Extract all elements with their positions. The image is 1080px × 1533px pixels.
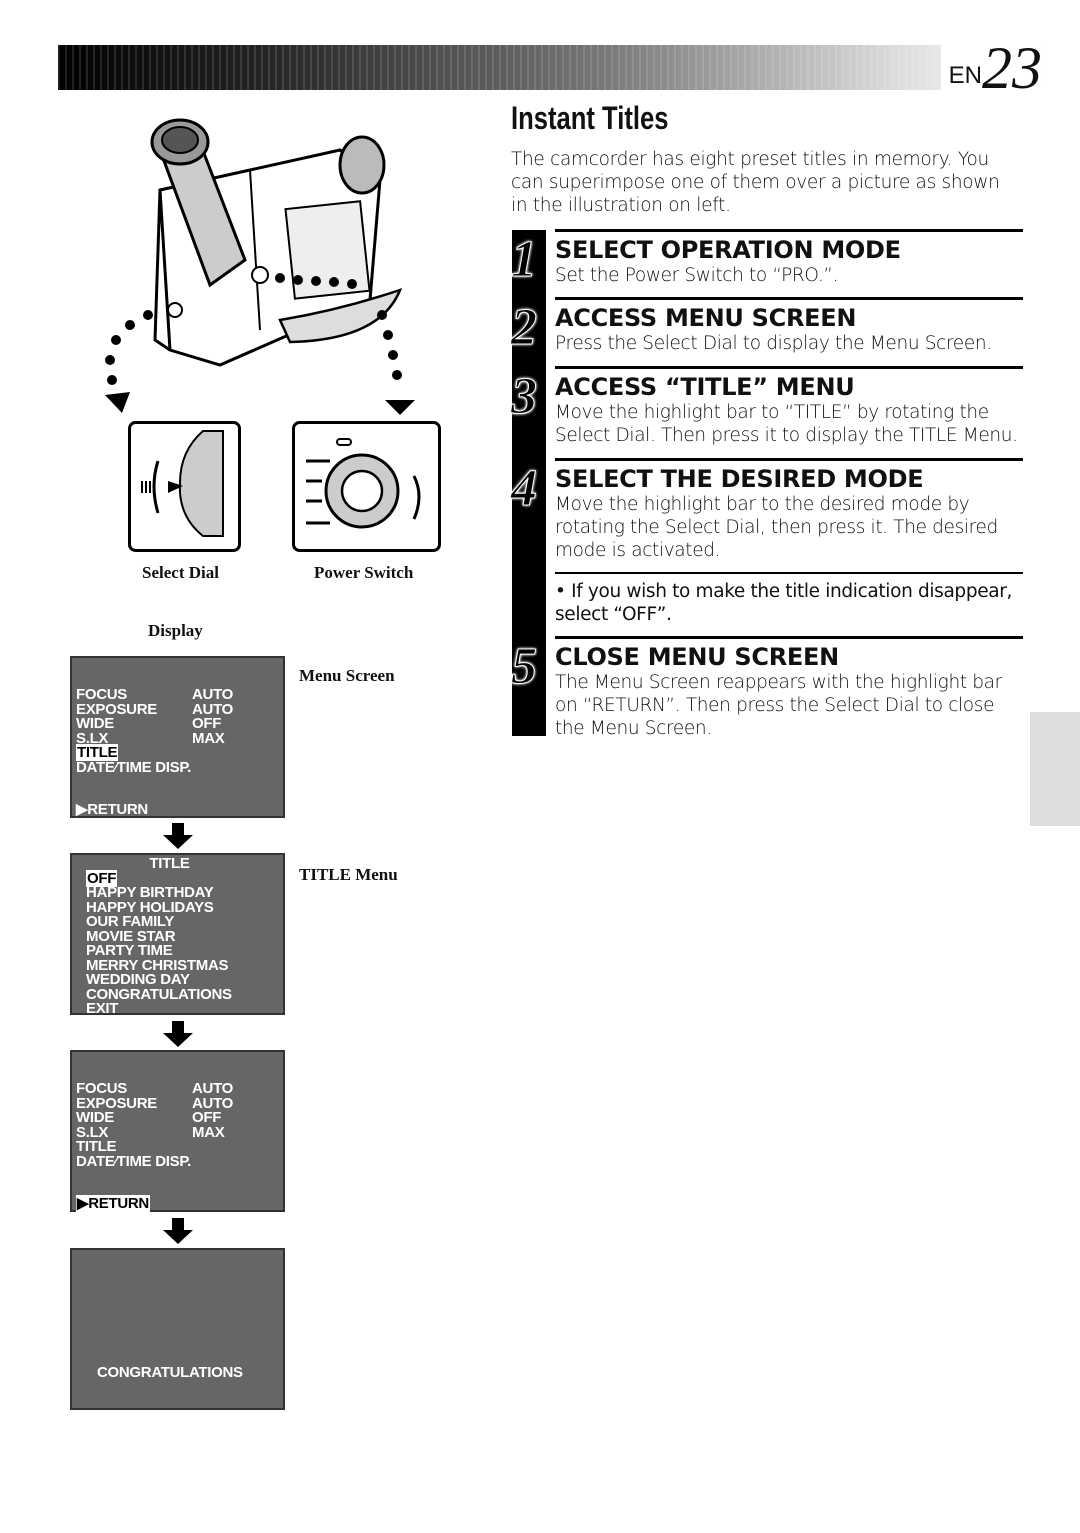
title-menu-screen: TITLE OFF HAPPY BIRTHDAY HAPPY HOLIDAYS … (70, 853, 285, 1016)
highlight-return: ▶RETURN (76, 1195, 150, 1212)
display-screen: CONGRATULATIONS (70, 1248, 285, 1410)
caption-power-switch: Power Switch (314, 563, 414, 582)
down-arrow-icon (163, 1218, 193, 1244)
step-3: 3 ACCESS “TITLE” MENU Move the highlight b… (511, 366, 1023, 447)
down-arrow-icon (163, 1021, 193, 1047)
intro-text: The camcorder has eight preset titles in… (511, 149, 1000, 216)
menu-screen-return: FOCUS AUTO EXPOSURE AUTO WIDE OFF S.LX MAX T… (70, 1050, 285, 1212)
power-switch-illustration (292, 421, 441, 552)
down-arrow-icon (163, 823, 193, 849)
section-tab (1030, 712, 1080, 826)
header-bar (58, 45, 1048, 90)
note: • If you wish to make the title indicati… (555, 572, 1023, 626)
caption-select-dial: Select Dial (142, 563, 219, 582)
caption-title-menu: TITLE Menu (299, 865, 398, 884)
menu-screen: FOCUS AUTO EXPOSURE AUTO WIDE OFF S.LX MAX T… (70, 656, 285, 818)
step-2: 2 ACCESS MENU SCREEN Press the Select Dial… (511, 297, 1023, 357)
camcorder-illustration (105, 118, 415, 415)
caption-display: Display (148, 621, 203, 640)
caption-menu-screen: Menu Screen (299, 666, 395, 685)
page-title: Instant Titles (511, 100, 669, 136)
step-5: 5 CLOSE MENU SCREEN The Menu Screen reappe… (511, 636, 1023, 740)
page-number: EN 23 (940, 36, 1046, 98)
step-4: 4 SELECT THE DESIRED MODE Move the highlig… (511, 458, 1023, 562)
select-dial-illustration (128, 421, 241, 552)
display-title: CONGRATULATIONS (97, 1364, 243, 1381)
step-1: 1 SELECT OPERATION MODE Set the Power Swit… (511, 229, 1023, 289)
